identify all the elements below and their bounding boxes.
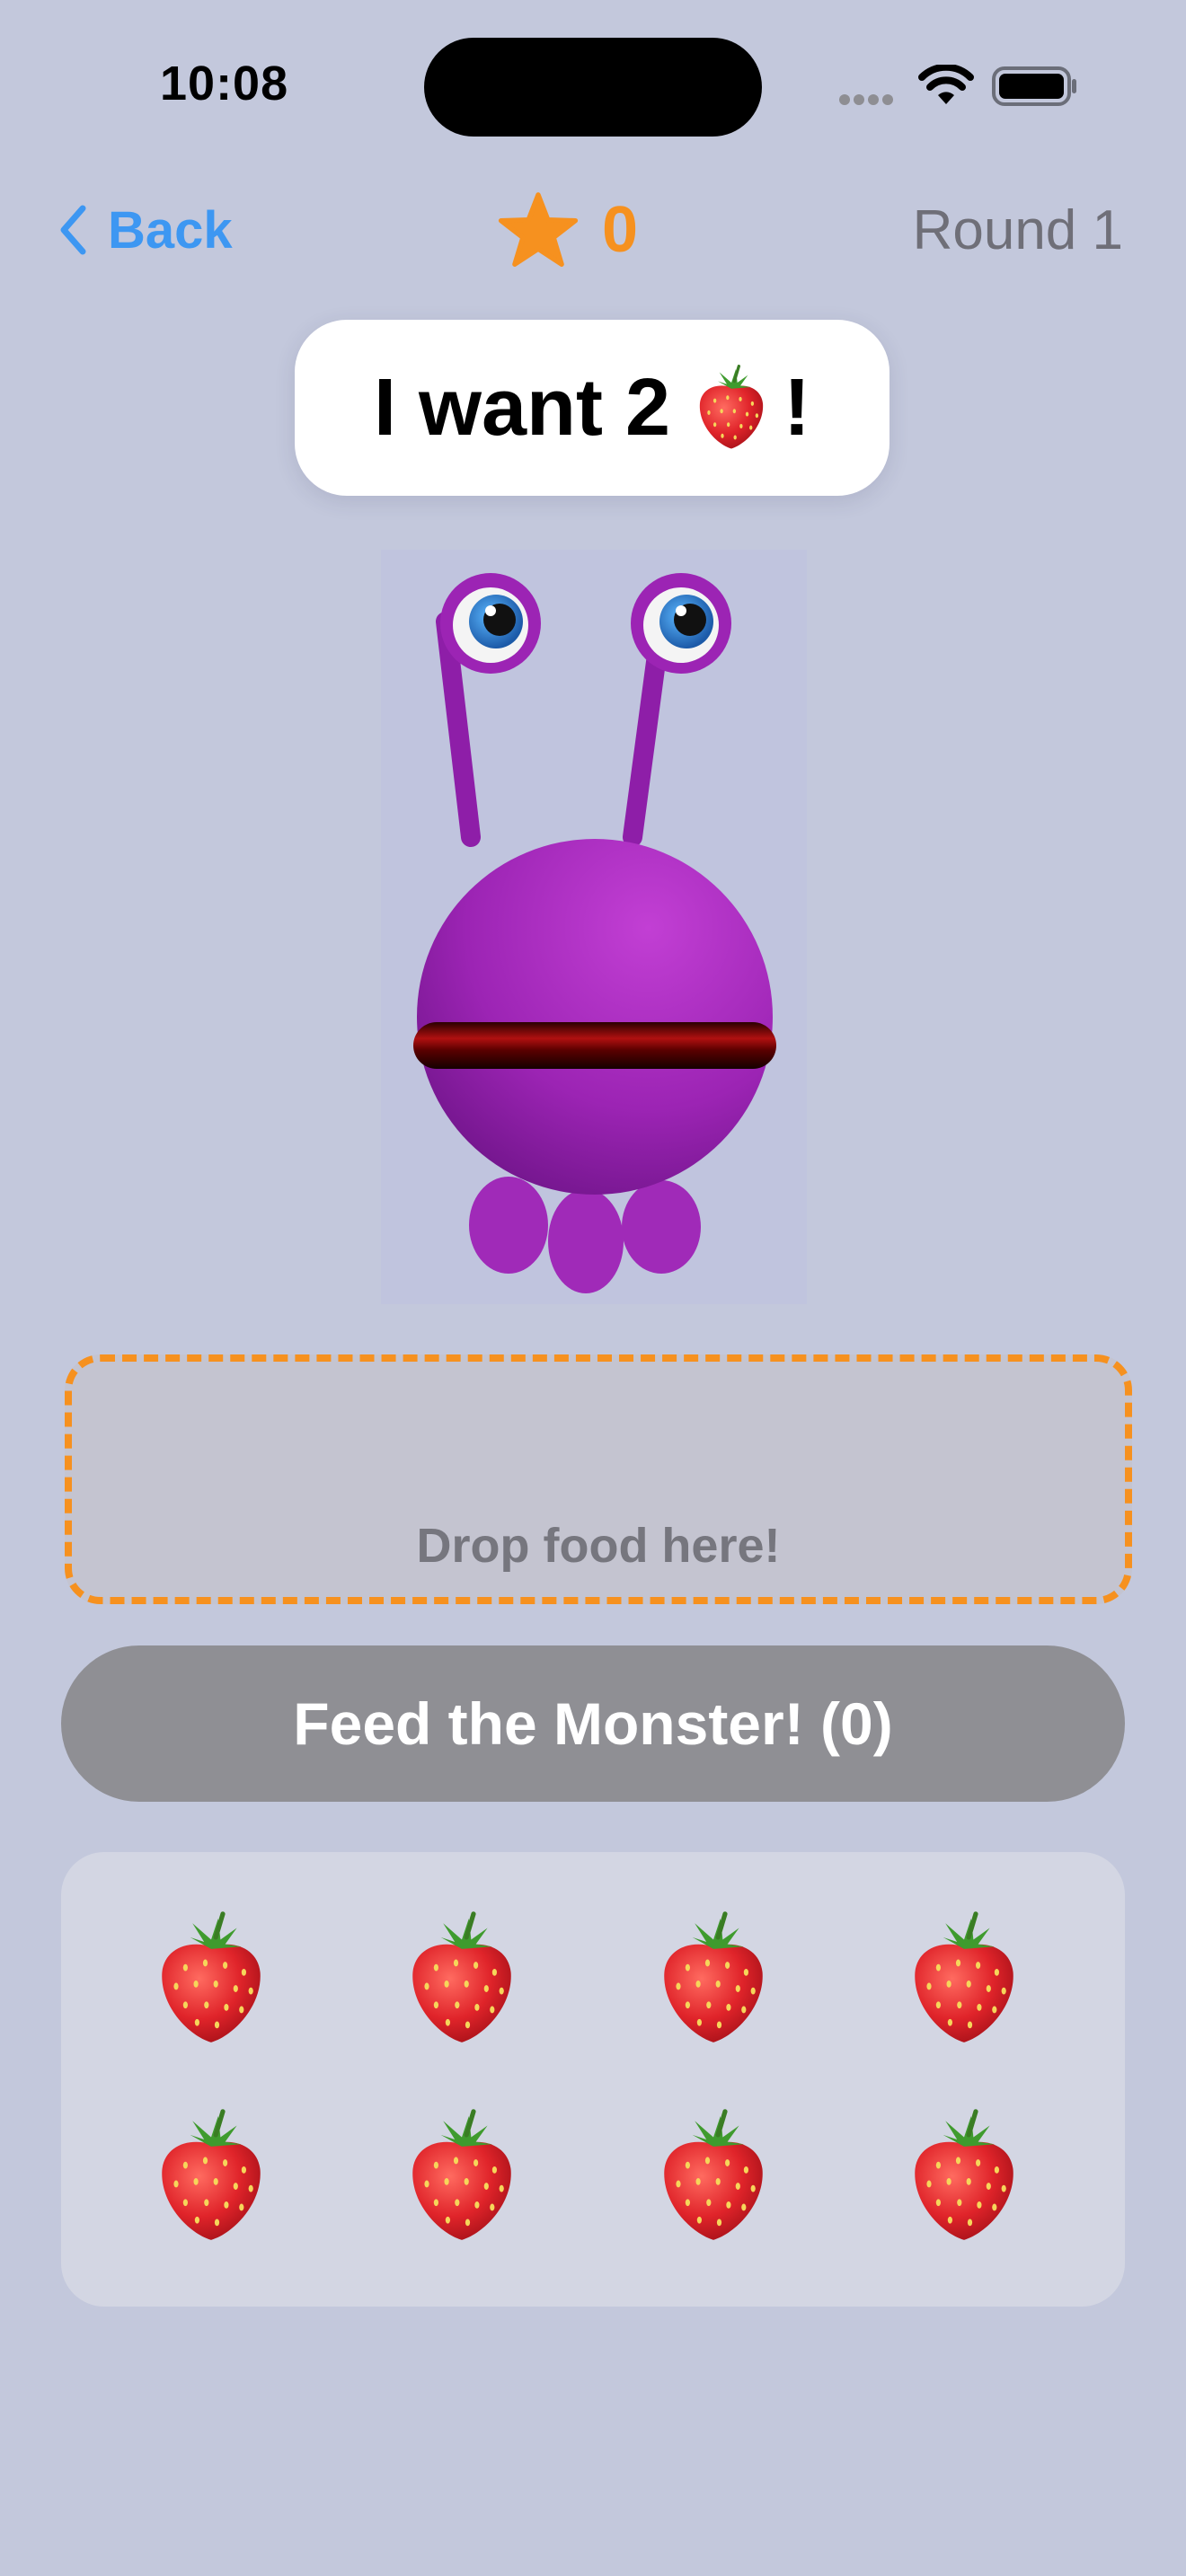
monster-right-eye [631,573,731,674]
strawberry-icon[interactable] [403,2109,520,2244]
wifi-icon [918,63,974,112]
score-display: 0 [498,187,638,273]
strawberry-icon[interactable] [906,1911,1022,2046]
back-button[interactable]: Back [58,198,233,262]
status-time: 10:08 [160,57,289,110]
food-tray [61,1852,1125,2307]
battery-icon [992,65,1078,112]
request-bubble: I want 2 ! [295,320,890,496]
strawberry-icon[interactable] [655,1911,772,2046]
dynamic-island [424,38,762,137]
strawberry-icon[interactable] [906,2109,1022,2244]
drop-zone-hint: Drop food here! [416,1519,781,1573]
request-text: I want 2 [373,362,671,453]
back-label: Back [108,200,233,260]
request-exclaim: ! [783,362,811,453]
strawberry-icon [694,365,769,451]
monster-left-eye [440,573,541,674]
score-value: 0 [602,194,639,266]
monster [381,550,807,1304]
star-icon [498,192,579,267]
round-label: Round 1 [912,198,1123,261]
chevron-left-icon [60,205,86,255]
strawberry-icon[interactable] [403,1911,520,2046]
food-drop-zone[interactable]: Drop food here! [65,1354,1132,1604]
strawberry-icon[interactable] [655,2109,772,2244]
strawberry-icon[interactable] [153,1911,270,2046]
feed-monster-button[interactable]: Feed the Monster! (0) [61,1645,1125,1802]
signal-dots-icon [839,93,897,110]
strawberry-icon[interactable] [153,2109,270,2244]
